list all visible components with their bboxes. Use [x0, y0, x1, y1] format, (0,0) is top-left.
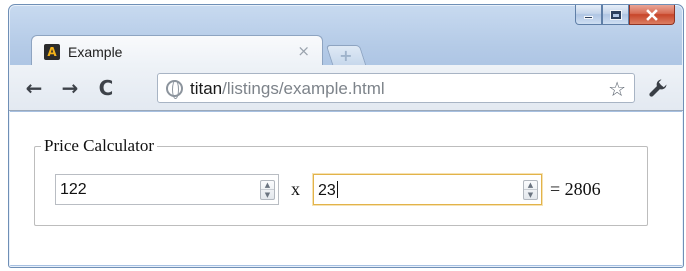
close-icon: [646, 8, 658, 21]
window-controls: [575, 5, 675, 26]
url-text: titan/listings/example.html: [190, 79, 385, 99]
maximize-icon: [610, 10, 621, 19]
price-spinner[interactable]: ▲ ▼: [260, 180, 275, 200]
quantity-text: 23: [318, 182, 336, 199]
result-label: = 2806: [550, 179, 601, 199]
tab-title: Example: [68, 44, 123, 60]
plus-icon: +: [339, 46, 353, 65]
spin-up-icon[interactable]: ▲: [261, 181, 274, 190]
minimize-icon: [584, 16, 593, 19]
favicon-icon: A: [44, 44, 60, 60]
url-host: titan: [190, 79, 223, 98]
spin-down-icon[interactable]: ▼: [524, 190, 537, 199]
quantity-input[interactable]: 23 ▲ ▼: [313, 174, 542, 205]
wrench-menu-button[interactable]: [645, 76, 671, 100]
fieldset-legend: Price Calculator: [44, 136, 154, 155]
maximize-button[interactable]: [602, 5, 629, 25]
text-caret: [336, 181, 338, 198]
reload-icon: C: [98, 76, 114, 100]
multiply-label: x: [291, 179, 300, 199]
url-path: /listings/example.html: [222, 79, 385, 98]
calculator-row: 122 ▲ ▼ x 23 ▲ ▼ = 2806: [35, 174, 647, 206]
price-input[interactable]: 122 ▲ ▼: [55, 174, 279, 205]
quantity-value: 23: [318, 181, 338, 200]
quantity-spinner[interactable]: ▲ ▼: [523, 180, 538, 200]
forward-button[interactable]: →: [57, 76, 83, 100]
address-bar[interactable]: titan/listings/example.html ☆: [157, 73, 635, 103]
new-tab-button[interactable]: +: [325, 45, 367, 65]
spin-up-icon[interactable]: ▲: [524, 181, 537, 190]
back-button[interactable]: ←: [21, 76, 47, 100]
tab-close-icon[interactable]: ×: [297, 42, 310, 60]
page-content: Price Calculator 122 ▲ ▼ x 23 ▲ ▼ = 2806: [10, 112, 682, 265]
toolbar: ← → C titan/listings/example.html ☆: [9, 65, 683, 111]
price-calculator-fieldset: Price Calculator 122 ▲ ▼ x 23 ▲ ▼ = 2806: [34, 136, 648, 226]
spin-down-icon[interactable]: ▼: [261, 190, 274, 199]
reload-button[interactable]: C: [93, 76, 119, 100]
back-arrow-icon: ←: [25, 76, 43, 100]
minimize-button[interactable]: [575, 5, 602, 25]
browser-window: A Example × + ← → C titan/listings/examp…: [8, 4, 684, 268]
tab-example[interactable]: A Example ×: [31, 35, 323, 65]
price-value: 122: [60, 181, 87, 198]
close-window-button[interactable]: [629, 5, 675, 25]
bookmark-star-icon[interactable]: ☆: [608, 77, 626, 101]
globe-icon: [166, 80, 183, 99]
forward-arrow-icon: →: [61, 76, 79, 100]
wrench-icon: [649, 79, 667, 97]
